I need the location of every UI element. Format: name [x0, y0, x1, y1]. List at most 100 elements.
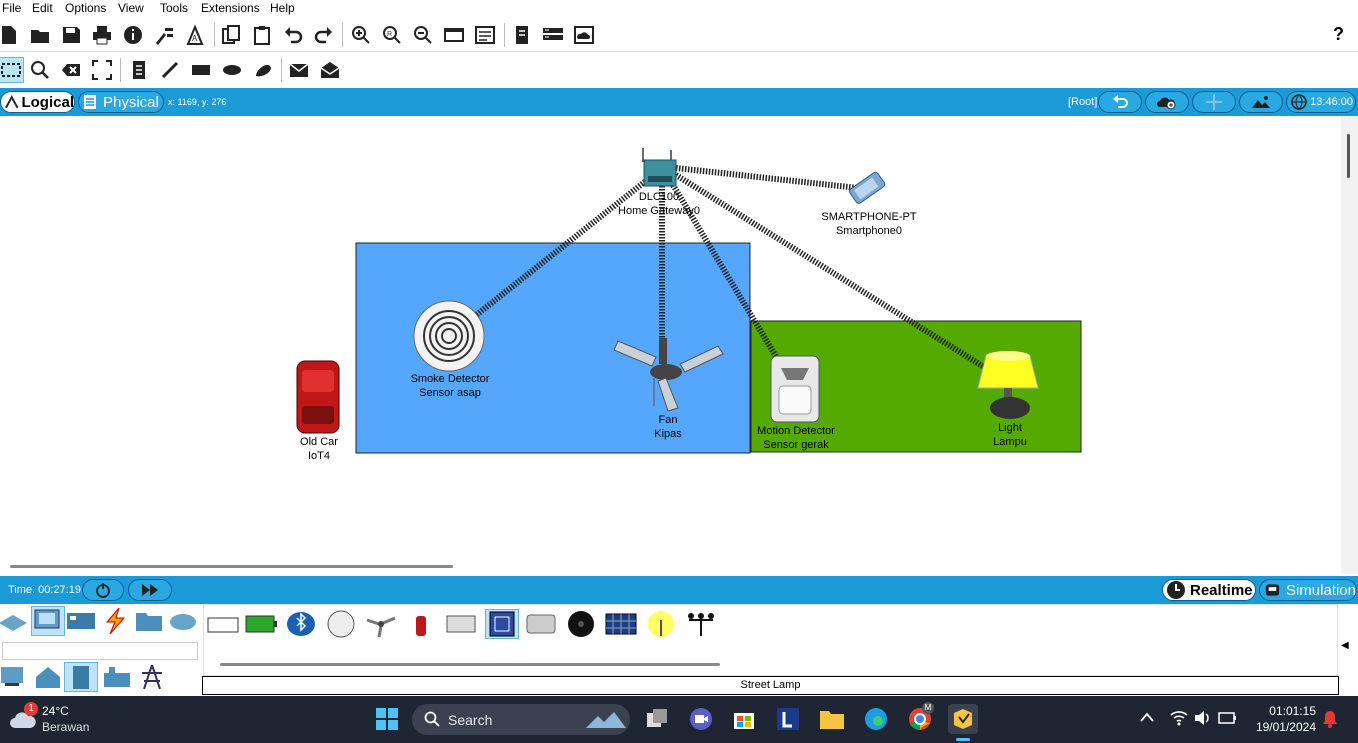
category-end-devices-icon[interactable]: [31, 606, 65, 636]
edge-browser-button[interactable]: [861, 704, 891, 734]
print-icon[interactable]: [89, 22, 115, 48]
street-lamp-icon[interactable]: [644, 609, 678, 639]
workspace-vertical-scrollbar[interactable]: [1341, 116, 1358, 574]
taskbar-time[interactable]: 01:01:15: [1258, 704, 1316, 718]
realtime-mode-button[interactable]: Realtime: [1162, 579, 1256, 601]
cloud-view-icon[interactable]: [571, 22, 597, 48]
rfid-reader-icon[interactable]: [485, 609, 519, 639]
menu-edit[interactable]: Edit: [32, 1, 53, 15]
new-cluster-button[interactable]: [1145, 91, 1189, 113]
menu-tools[interactable]: Tools: [160, 1, 188, 15]
solar-panel-icon[interactable]: [604, 609, 638, 639]
device-template-icon[interactable]: [540, 22, 566, 48]
fast-forward-button[interactable]: [128, 579, 172, 601]
menu-extensions[interactable]: Extensions: [201, 1, 260, 15]
wifi-icon[interactable]: [1170, 710, 1188, 726]
menu-options[interactable]: Options: [65, 1, 106, 15]
start-button[interactable]: [372, 704, 402, 734]
draw-line-icon[interactable]: [157, 57, 183, 83]
activity-wizard-icon[interactable]: A: [182, 22, 208, 48]
category-network-devices-icon[interactable]: [0, 606, 30, 636]
bluetooth-speaker-icon[interactable]: [284, 609, 318, 639]
battery-tray-icon[interactable]: [1218, 710, 1238, 726]
packet-tracer-button[interactable]: [948, 704, 978, 734]
motion-detector-device[interactable]: [770, 355, 820, 423]
topology-canvas[interactable]: [0, 116, 1340, 566]
move-object-button[interactable]: [1192, 91, 1236, 113]
subcategory-home-icon[interactable]: [31, 662, 65, 692]
home-gateway-device[interactable]: [642, 148, 677, 187]
tab-physical[interactable]: Physical: [78, 91, 164, 113]
zoom-out-icon[interactable]: [410, 22, 436, 48]
save-icon[interactable]: [58, 22, 84, 48]
lcd-display-icon[interactable]: [206, 609, 240, 639]
microsoft-store-button[interactable]: [729, 704, 759, 734]
menu-help[interactable]: Help: [270, 1, 295, 15]
network-wizard-icon[interactable]: [151, 22, 177, 48]
power-cycle-button[interactable]: [82, 579, 124, 601]
set-background-button[interactable]: [1239, 91, 1283, 113]
meet-app-button[interactable]: [686, 704, 716, 734]
ceiling-fan-icon[interactable]: [364, 609, 398, 639]
card-reader-icon[interactable]: [524, 609, 558, 639]
battery-icon[interactable]: [244, 609, 278, 639]
drawing-palette-icon[interactable]: [441, 22, 467, 48]
palette-collapse-arrow-icon[interactable]: ◀: [1341, 640, 1349, 651]
redo-icon[interactable]: [311, 22, 337, 48]
smartphone-device[interactable]: [848, 171, 886, 204]
zoom-in-icon[interactable]: [348, 22, 374, 48]
workspace-horizontal-scrollbar[interactable]: [10, 565, 453, 568]
freeform-icon[interactable]: [250, 57, 276, 83]
file-explorer-button[interactable]: [817, 704, 847, 734]
simulation-mode-button[interactable]: Simulation: [1259, 579, 1357, 601]
place-note-icon[interactable]: [126, 57, 152, 83]
add-complex-pdu-icon[interactable]: [317, 57, 343, 83]
root-label[interactable]: [Root]: [1068, 96, 1097, 108]
subcategory-smart-city-icon[interactable]: [64, 662, 98, 692]
workspace-scroll-thumb[interactable]: [1347, 134, 1350, 178]
chevron-up-icon[interactable]: [1140, 712, 1154, 722]
smoke-detector-device[interactable]: [413, 300, 485, 372]
open-folder-icon[interactable]: [27, 22, 53, 48]
zoom-reset-icon[interactable]: R: [379, 22, 405, 48]
carbon-monoxide-alarm-icon[interactable]: [324, 609, 358, 639]
help-button[interactable]: ?: [1333, 24, 1344, 45]
category-components-icon[interactable]: [64, 606, 98, 636]
new-file-icon[interactable]: [0, 22, 22, 48]
weather-temperature[interactable]: 24°C: [42, 704, 69, 718]
copy-icon[interactable]: [218, 22, 244, 48]
wind-turbine-icon[interactable]: [684, 609, 718, 639]
menu-view[interactable]: View: [118, 1, 144, 15]
taskbar-date[interactable]: 19/01/2024: [1252, 720, 1316, 734]
car-icon[interactable]: [404, 609, 438, 639]
resize-tool-icon[interactable]: [89, 57, 115, 83]
undo-icon[interactable]: [280, 22, 306, 48]
back-button[interactable]: [1098, 91, 1142, 113]
coffee-maker-icon[interactable]: [444, 609, 478, 639]
weather-description[interactable]: Berawan: [42, 720, 89, 734]
select-tool-icon[interactable]: [0, 57, 24, 83]
pdu-list-icon[interactable]: [509, 22, 535, 48]
inspect-tool-icon[interactable]: [27, 57, 53, 83]
speaker-icon[interactable]: [564, 609, 598, 639]
category-miscellaneous-icon[interactable]: [132, 606, 166, 636]
draw-ellipse-icon[interactable]: [219, 57, 245, 83]
category-connections-icon[interactable]: [98, 606, 132, 636]
draw-rectangle-icon[interactable]: [188, 57, 214, 83]
subcategory-end-devices-icon[interactable]: [0, 662, 30, 692]
paste-icon[interactable]: [249, 22, 275, 48]
viewport-clock[interactable]: 13:46:00: [1286, 91, 1356, 113]
tab-logical[interactable]: Logical: [0, 91, 75, 113]
custom-device-dialog-icon[interactable]: [472, 22, 498, 48]
subcategory-industrial-icon[interactable]: [100, 662, 134, 692]
category-multiuser-icon[interactable]: [166, 606, 200, 636]
menu-file[interactable]: File: [2, 1, 21, 15]
device-list-scrollbar[interactable]: [220, 663, 720, 666]
info-icon[interactable]: [120, 22, 146, 48]
volume-icon[interactable]: [1194, 710, 1212, 726]
subcategory-power-grid-icon[interactable]: [135, 662, 169, 692]
old-car-device[interactable]: [296, 360, 340, 434]
task-view-button[interactable]: [642, 704, 672, 734]
add-simple-pdu-icon[interactable]: [286, 57, 312, 83]
delete-tool-icon[interactable]: [58, 57, 84, 83]
